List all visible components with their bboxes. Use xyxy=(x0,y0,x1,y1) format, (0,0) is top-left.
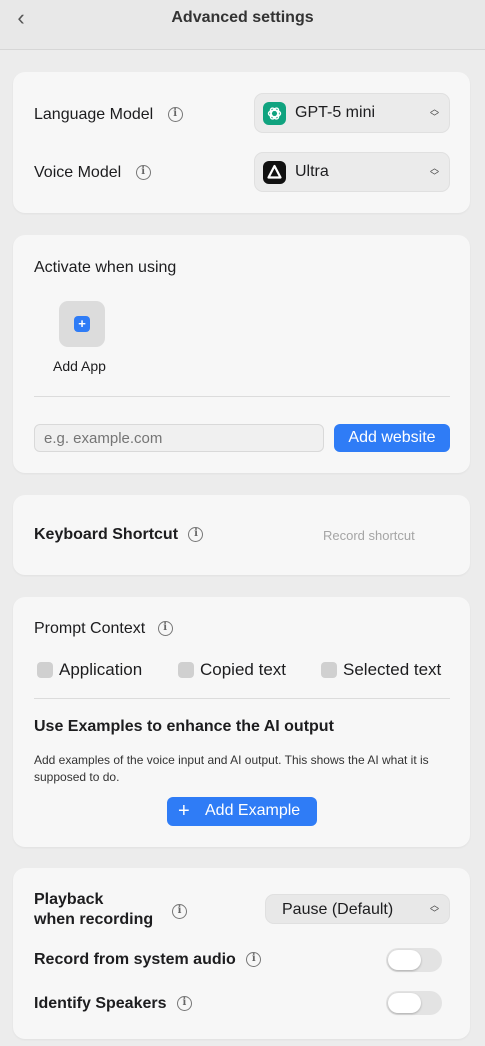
selected-text-option-label: Selected text xyxy=(343,660,442,679)
info-icon[interactable]: i xyxy=(188,527,204,543)
language-model-value: GPT-5 mini xyxy=(295,104,376,121)
activate-card: Activate when using + Add App Add websit… xyxy=(13,235,470,473)
add-app-label: Add App xyxy=(53,358,106,374)
info-icon[interactable]: i xyxy=(176,996,192,1012)
prompt-context-heading: Prompt Context xyxy=(34,620,146,637)
copied-text-checkbox[interactable] xyxy=(178,662,194,678)
keyboard-shortcut-label: Keyboard Shortcut xyxy=(34,526,179,543)
triangle-icon xyxy=(263,161,286,184)
record-shortcut-button[interactable]: Record shortcut xyxy=(323,528,415,543)
keyboard-shortcut-row: Keyboard Shortcut i xyxy=(34,526,204,544)
add-app-button[interactable]: + xyxy=(59,301,105,347)
examples-description: Add examples of the voice input and AI o… xyxy=(34,753,429,784)
system-audio-label: Record from system audio xyxy=(34,951,236,968)
prompt-context-row: Prompt Context i xyxy=(34,620,173,638)
add-example-label: Add Example xyxy=(205,802,301,819)
website-input[interactable] xyxy=(34,424,324,452)
identify-speakers-row: Identify Speakers i xyxy=(34,995,192,1013)
language-model-select[interactable]: GPT-5 mini ︿ ﹀ xyxy=(254,93,450,133)
info-icon[interactable]: i xyxy=(167,107,183,123)
toggle-knob xyxy=(388,950,421,970)
add-example-button[interactable]: + Add Example xyxy=(167,797,317,826)
prompt-context-card: Prompt Context i Application Copied text… xyxy=(13,597,470,847)
plus-icon: + xyxy=(178,800,190,822)
identify-speakers-label: Identify Speakers xyxy=(34,995,167,1012)
copied-text-option-label: Copied text xyxy=(200,660,286,679)
updown-chevron-icon: ︿ ﹀ xyxy=(429,163,439,181)
voice-model-select[interactable]: Ultra ︿ ﹀ xyxy=(254,152,450,192)
toggle-knob xyxy=(388,993,421,1013)
selected-text-checkbox[interactable] xyxy=(321,662,337,678)
system-audio-row: Record from system audio i xyxy=(34,951,262,969)
page-title: Advanced settings xyxy=(171,9,314,26)
divider xyxy=(34,698,450,699)
shortcut-card: Keyboard Shortcut i Record shortcut xyxy=(13,495,470,575)
application-option-label: Application xyxy=(59,660,143,679)
updown-chevron-icon: ︿ ﹀ xyxy=(429,900,439,918)
language-model-row: Language Model i xyxy=(34,106,183,124)
system-audio-toggle[interactable] xyxy=(386,948,442,972)
playback-label-line2: when recording xyxy=(34,911,154,928)
plus-icon: + xyxy=(74,316,90,332)
info-icon[interactable]: i xyxy=(172,904,187,919)
playback-value: Pause (Default) xyxy=(282,901,394,918)
voice-model-row: Voice Model i xyxy=(34,164,151,182)
info-icon[interactable]: i xyxy=(135,165,151,181)
playback-select[interactable]: Pause (Default) ︿ ﹀ xyxy=(265,894,450,924)
voice-model-value: Ultra xyxy=(295,163,329,180)
playback-label-line1: Playback xyxy=(34,891,104,908)
header-bar: ‹ Advanced settings xyxy=(0,0,485,50)
info-icon[interactable]: i xyxy=(157,621,173,637)
application-checkbox[interactable] xyxy=(37,662,53,678)
info-icon[interactable]: i xyxy=(246,952,262,968)
voice-model-label: Voice Model xyxy=(34,164,122,181)
add-website-button[interactable]: Add website xyxy=(334,424,450,452)
updown-chevron-icon: ︿ ﹀ xyxy=(429,104,439,122)
divider xyxy=(34,396,450,397)
playback-label: Playback when recording xyxy=(34,890,153,930)
identify-speakers-toggle[interactable] xyxy=(386,991,442,1015)
openai-icon xyxy=(263,102,286,125)
examples-heading: Use Examples to enhance the AI output xyxy=(34,718,334,735)
activate-heading: Activate when using xyxy=(34,259,177,276)
playback-card: Playback when recording i Pause (Default… xyxy=(13,868,470,1039)
models-card: Language Model i GPT-5 mini ︿ ﹀ Voice Mod… xyxy=(13,72,470,213)
language-model-label: Language Model xyxy=(34,106,154,123)
